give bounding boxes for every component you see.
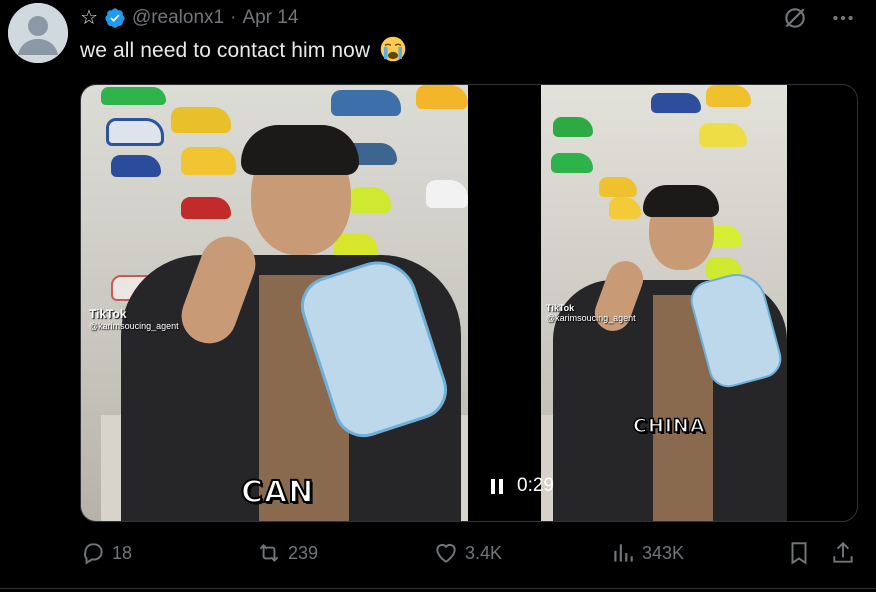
view-count: 343K xyxy=(642,542,685,563)
verified-badge-icon[interactable] xyxy=(104,7,126,29)
playback-controls[interactable]: 0:29 xyxy=(491,475,554,497)
divider xyxy=(0,588,876,589)
reply-count: 18 xyxy=(112,542,133,563)
tweet-text: we all need to contact him now xyxy=(80,36,406,63)
views-button[interactable]: 343K xyxy=(610,540,684,566)
tweet-date[interactable]: Apr 14 xyxy=(242,7,298,29)
tiktok-watermark-left: TikTok @karimsoucing_agent xyxy=(89,307,179,331)
like-count: 3.4K xyxy=(465,542,503,563)
like-button[interactable]: 3.4K xyxy=(433,540,502,566)
share-button[interactable] xyxy=(830,540,856,566)
tiktok-user: @karimsoucing_agent xyxy=(89,321,179,331)
more-options-icon[interactable] xyxy=(830,5,856,31)
shoe-r-green xyxy=(553,117,593,137)
shoe-r-yellow-3 xyxy=(599,177,637,197)
video-time: 0:29 xyxy=(517,475,554,496)
shoe-r-blue xyxy=(651,93,701,113)
tiktok-brand-right: TikTok xyxy=(546,303,575,313)
reply-button[interactable]: 18 xyxy=(80,540,132,566)
shoe-blue xyxy=(331,90,401,116)
separator-dot: · xyxy=(230,7,237,28)
loudly-crying-face-icon xyxy=(380,36,406,62)
shoe-r-yellow-2 xyxy=(699,123,747,147)
share-icon xyxy=(833,541,853,563)
pause-icon[interactable] xyxy=(491,478,503,494)
shoe-red xyxy=(181,197,231,219)
repost-count: 239 xyxy=(288,542,319,563)
shoe-r-green-2 xyxy=(551,153,593,173)
tweet-actions: 18 239 3.4K 343K xyxy=(80,540,858,570)
shoe-green xyxy=(101,87,166,105)
tiktok-brand: TikTok xyxy=(89,307,127,321)
tweet-header: ☆ @realonx1 · Apr 14 xyxy=(80,4,298,32)
person-hair-right xyxy=(643,185,719,217)
repost-button[interactable]: 239 xyxy=(256,540,318,566)
star-icon: ☆ xyxy=(80,7,98,29)
tweet-text-content: we all need to contact him now xyxy=(80,39,371,62)
shoe-white xyxy=(426,180,468,208)
video-frame-left: TikTok @karimsoucing_agent CAN xyxy=(81,85,468,521)
avatar[interactable] xyxy=(8,3,68,63)
shoe-r-yellow xyxy=(706,85,751,107)
tweet-top-actions xyxy=(782,5,856,31)
reply-icon xyxy=(84,543,103,565)
shoe-r-yellow-4 xyxy=(609,197,641,219)
subtitle-left: CAN xyxy=(240,474,315,511)
bookmark-button[interactable] xyxy=(786,540,812,566)
person-hair xyxy=(241,125,359,175)
subtitle-right: CHINA xyxy=(632,414,706,438)
tiktok-watermark-right: TikTok @karimsoucing_agent xyxy=(546,303,636,323)
repost-icon xyxy=(259,544,279,562)
shoe-lime xyxy=(349,187,391,213)
heart-icon xyxy=(436,543,456,563)
views-chart-icon xyxy=(614,544,633,562)
video-player[interactable]: TikTok @karimsoucing_agent CAN TikTok @k… xyxy=(80,84,858,522)
shoe-yellow-3 xyxy=(416,85,468,109)
bookmark-icon xyxy=(791,542,807,565)
tiktok-user-right: @karimsoucing_agent xyxy=(546,313,636,323)
grok-icon[interactable] xyxy=(782,5,808,31)
default-avatar-icon xyxy=(8,3,68,63)
shoe-white-blue xyxy=(106,118,164,146)
shoe-yellow xyxy=(171,107,231,133)
shoe-blue-2 xyxy=(111,155,161,177)
shoe-yellow-2 xyxy=(181,147,236,175)
video-frame-right: TikTok @karimsoucing_agent CHINA xyxy=(541,85,787,521)
user-handle[interactable]: @realonx1 xyxy=(132,7,224,29)
